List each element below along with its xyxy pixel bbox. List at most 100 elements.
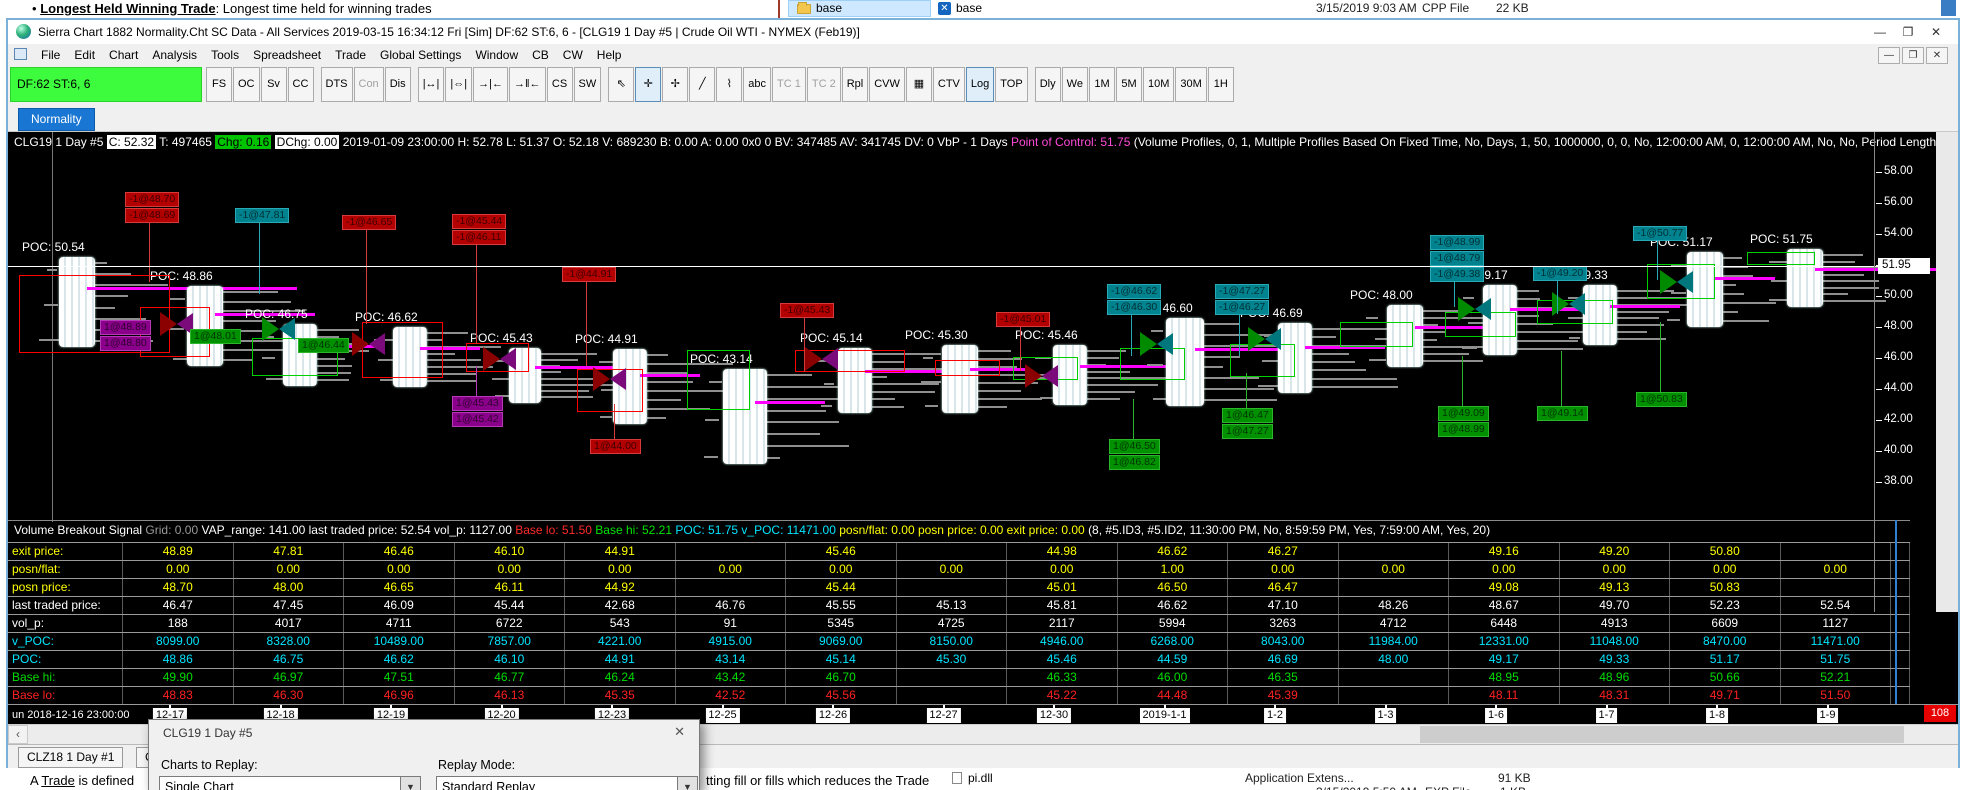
profile-volume-bar-left <box>1257 385 1279 387</box>
menu-cb[interactable]: CB <box>525 47 556 63</box>
menu-tools[interactable]: Tools <box>204 47 246 63</box>
app-globe-icon <box>16 24 31 39</box>
scrollbar-thumb[interactable] <box>1420 726 1904 743</box>
profile-volume-bar <box>1817 280 1879 282</box>
file-name-base[interactable]: base <box>816 1 842 15</box>
chart-window-tab-1[interactable]: CLZ18 1 Day #1 <box>18 747 124 768</box>
menu-analysis[interactable]: Analysis <box>145 47 204 63</box>
menu-global-settings[interactable]: Global Settings <box>373 47 468 63</box>
tc2-button[interactable]: TC 2 <box>806 67 841 102</box>
title-bar[interactable]: Sierra Chart 1882 Normality.Cht SC Data … <box>8 20 1958 44</box>
ctv-button[interactable]: CTV <box>932 67 965 102</box>
sw-button[interactable]: SW <box>573 67 602 102</box>
connect-button[interactable]: Con <box>353 67 384 102</box>
line-tool-icon[interactable]: ╱ <box>689 67 716 102</box>
file-name-pidll[interactable]: pi.dll <box>968 771 993 785</box>
fill-label-leader-line <box>1020 326 1021 371</box>
fill-label-leader-line <box>1131 314 1132 356</box>
fs-button[interactable]: FS <box>206 67 232 102</box>
disconnect-button[interactable]: Dis <box>384 67 411 102</box>
chart-canvas[interactable]: CLG19 1 Day #5 C: 52.32 T: 497465 Chg: 0… <box>8 132 1958 724</box>
trade-link[interactable]: Trade <box>41 773 74 788</box>
menu-spreadsheet[interactable]: Spreadsheet <box>246 47 328 63</box>
cs-button[interactable]: CS <box>546 67 573 102</box>
tpo-grid-icon[interactable]: ▦ <box>905 67 932 102</box>
table-row: Base lo: 48.83 46.30 46.96 46.13 45.35 42.52 45… <box>8 686 1910 704</box>
dialog-close-icon[interactable]: ✕ <box>674 724 685 740</box>
fill-label: -1@47.27 <box>1215 284 1270 299</box>
fill-label: -1@46.65 <box>342 215 397 230</box>
table-cell: 47.51 <box>344 669 455 686</box>
daily-timeframe-button[interactable]: Dly <box>1034 67 1061 102</box>
pointer-tool-icon[interactable]: ⇖ <box>608 67 635 102</box>
restore-icon[interactable]: ❐ <box>1894 25 1922 39</box>
charts-to-replay-select[interactable]: Single Chart ▼ <box>159 776 421 790</box>
pane-divider[interactable] <box>8 520 1910 521</box>
menu-trade[interactable]: Trade <box>328 47 373 63</box>
menu-help[interactable]: Help <box>590 47 629 63</box>
weekly-timeframe-button[interactable]: We <box>1061 67 1088 102</box>
1hour-timeframe-button[interactable]: 1H <box>1207 67 1234 102</box>
crosshair-tool-icon[interactable]: ✛ <box>635 67 662 102</box>
minimize-icon[interactable]: — <box>1866 25 1894 39</box>
table-cell: 0.00 <box>455 561 565 578</box>
profile-volume-bar-left <box>925 405 939 407</box>
mdi-minimize-icon[interactable]: — <box>1878 47 1900 64</box>
menu-cw[interactable]: CW <box>556 47 590 63</box>
save-button[interactable]: Sv <box>260 67 287 102</box>
table-cell: 6722 <box>455 615 565 632</box>
scroll-left-button[interactable]: ‹ <box>8 725 28 744</box>
top-button[interactable]: TOP <box>995 67 1028 102</box>
log-scale-button[interactable]: Log <box>965 67 995 102</box>
table-cell: 4946.00 <box>1007 633 1118 650</box>
fill-label: 1@50.83 <box>1636 392 1687 407</box>
ray-tool-icon[interactable]: ⌇ <box>716 67 743 102</box>
replay-button[interactable]: Rpl <box>841 67 869 102</box>
10min-timeframe-button[interactable]: 10M <box>1142 67 1175 102</box>
fill-label: -1@49.20 <box>1533 266 1588 281</box>
menu-edit[interactable]: Edit <box>67 47 102 63</box>
expand-bar-spacing-fill-icon[interactable]: |⇔| <box>445 67 473 102</box>
oc-button[interactable]: OC <box>233 67 260 102</box>
mdi-restore-icon[interactable]: ❐ <box>1902 47 1924 64</box>
mdi-window-controls[interactable]: — ❐ ✕ <box>1876 45 1948 64</box>
replay-mode-select[interactable]: Standard Replay ▼ <box>436 776 698 790</box>
signal-segment-5: POC: 51.75 v_POC: 11471.00 <box>675 523 840 537</box>
table-cell: 4711 <box>344 615 455 632</box>
window-controls[interactable]: — ❐ ✕ <box>1866 23 1950 41</box>
chevron-down-icon[interactable]: ▼ <box>400 777 420 790</box>
menu-window[interactable]: Window <box>468 47 525 63</box>
cvw-button[interactable]: CVW <box>869 67 905 102</box>
doc-bullet-text: • Longest Held Winning Trade: Longest ti… <box>32 1 432 16</box>
fill-label-leader-line <box>804 317 805 372</box>
table-cell: 0.00 <box>1560 561 1670 578</box>
close-icon[interactable]: ✕ <box>1922 25 1950 39</box>
1min-timeframe-button[interactable]: 1M <box>1088 67 1115 102</box>
tc1-button[interactable]: TC 1 <box>772 67 806 102</box>
crosshair-alt-tool-icon[interactable]: ✢ <box>662 67 689 102</box>
date-label: 12-25 <box>705 708 740 723</box>
fill-label: 1@45.43 <box>452 396 503 411</box>
table-cell <box>897 543 1007 560</box>
30min-timeframe-button[interactable]: 30M <box>1175 67 1207 102</box>
compress-bar-spacing-fill-icon[interactable]: →‖← <box>508 67 546 102</box>
file-name-base-2[interactable]: base <box>956 1 982 15</box>
tab-normality[interactable]: Normality <box>18 108 95 131</box>
cc-button[interactable]: CC <box>287 67 314 102</box>
table-row: Base hi: 49.90 46.97 47.51 46.77 46.24 43.42 46… <box>8 668 1910 686</box>
text-tool-button[interactable]: abc <box>743 67 772 102</box>
chevron-down-icon[interactable]: ▼ <box>677 777 697 790</box>
mdi-close-icon[interactable]: ✕ <box>1926 47 1948 64</box>
table-cell: 47.81 <box>234 543 344 560</box>
fill-label-leader-line <box>1454 281 1455 307</box>
expand-bar-spacing-icon[interactable]: |↔| <box>417 67 445 102</box>
session-start-label: un 2018-12-16 23:00:00 <box>12 709 130 721</box>
compress-bar-spacing-icon[interactable]: →|← <box>473 67 508 102</box>
menu-chart[interactable]: Chart <box>102 47 145 63</box>
menu-file[interactable]: File <box>34 47 67 63</box>
profile-volume-bar-left <box>1368 359 1386 361</box>
signal-segment-7: (8, #5.ID3, #5.ID2, 11:30:00 PM, No, 8:5… <box>1088 523 1491 537</box>
dts-button[interactable]: DTS <box>320 67 353 102</box>
table-cell: 49.08 <box>1449 579 1560 596</box>
5min-timeframe-button[interactable]: 5M <box>1115 67 1142 102</box>
